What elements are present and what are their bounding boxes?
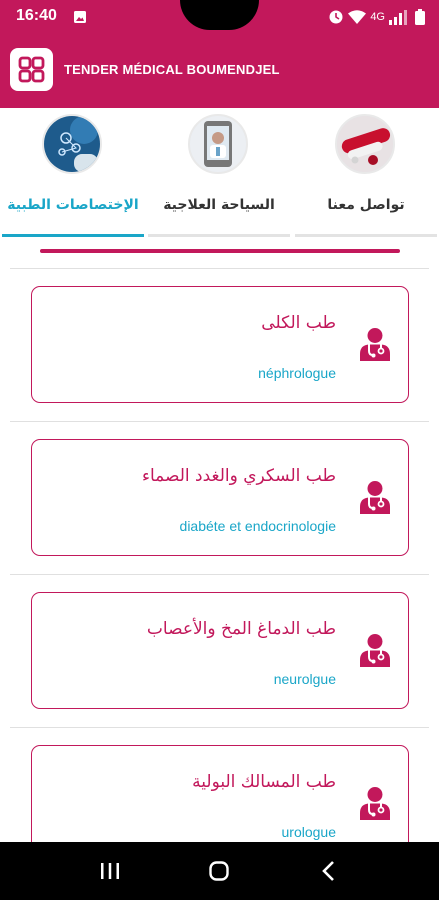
specialty-french-name: neurolgue xyxy=(273,671,336,687)
specialty-arabic-name: طب المسالك البولية xyxy=(192,772,336,792)
tab-underline-active xyxy=(2,234,144,237)
specialty-arabic-name: طب السكري والغدد الصماء xyxy=(141,466,336,486)
doctor-icon xyxy=(360,787,390,820)
phone-doctor-image xyxy=(188,114,248,174)
specialty-french-name: urologue xyxy=(281,824,337,840)
grid-apps-icon xyxy=(18,56,45,83)
tab-underline xyxy=(295,234,437,237)
home-icon[interactable] xyxy=(201,858,237,884)
specialty-arabic-name: طب الكلى xyxy=(261,313,336,333)
status-time: 16:40 xyxy=(16,7,57,24)
divider xyxy=(10,268,429,269)
camera-notch xyxy=(180,0,259,30)
specialty-card-endocrinology[interactable]: طب السكري والغدد الصماء diabéte et endoc… xyxy=(31,439,409,556)
network-type: 4G xyxy=(370,11,385,23)
tab-medical-specialties[interactable]: الإختصاصات الطبية xyxy=(0,108,146,238)
recent-apps-icon[interactable] xyxy=(92,858,128,884)
app-title: TENDER MÉDICAL BOUMENDJEL xyxy=(64,62,280,77)
tab-label: السياحة العلاجية xyxy=(163,197,275,213)
specialty-arabic-name: طب الدماغ المخ والأعصاب xyxy=(146,619,336,639)
doctor-icon xyxy=(360,481,390,514)
specialty-card-nephrology[interactable]: طب الكلى néphrologue xyxy=(31,286,409,403)
doctor-icon xyxy=(360,634,390,667)
tab-label: تواصل معنا xyxy=(327,197,405,213)
tab-label: الإختصاصات الطبية xyxy=(7,197,139,213)
status-icons: 4G xyxy=(328,8,425,26)
specialty-french-name: diabéte et endocrinologie xyxy=(179,518,336,534)
wifi-icon xyxy=(348,9,367,24)
specialty-french-name: néphrologue xyxy=(258,365,336,381)
pills-image xyxy=(335,114,395,174)
specialty-card-neurology[interactable]: طب الدماغ المخ والأعصاب neurolgue xyxy=(31,592,409,709)
specialty-card-urology[interactable]: طب المسالك البولية urologue xyxy=(31,745,409,842)
app-bar: TENDER MÉDICAL BOUMENDJEL xyxy=(0,34,439,108)
battery-icon xyxy=(415,9,425,25)
tab-medical-tourism[interactable]: السياحة العلاجية xyxy=(146,108,292,238)
divider xyxy=(10,574,429,575)
specialties-list[interactable]: طب الكلى néphrologue طب السكري والغدد ال… xyxy=(0,238,439,842)
image-notification-icon xyxy=(74,11,86,23)
system-navigation-bar xyxy=(0,842,439,900)
app-logo[interactable] xyxy=(10,48,53,91)
tab-contact-us[interactable]: تواصل معنا xyxy=(293,108,439,238)
back-icon[interactable] xyxy=(311,858,347,884)
previous-card-edge xyxy=(40,249,400,253)
tab-bar: تواصل معنا السياحة العلاجية الإختصاصات ا… xyxy=(0,108,439,238)
divider xyxy=(10,421,429,422)
status-bar: 16:40 4G xyxy=(0,0,439,34)
divider xyxy=(10,727,429,728)
medical-tech-image xyxy=(42,114,102,174)
signal-icon xyxy=(389,9,407,25)
doctor-icon xyxy=(360,328,390,361)
alarm-icon xyxy=(329,10,343,24)
tab-underline xyxy=(148,234,290,237)
